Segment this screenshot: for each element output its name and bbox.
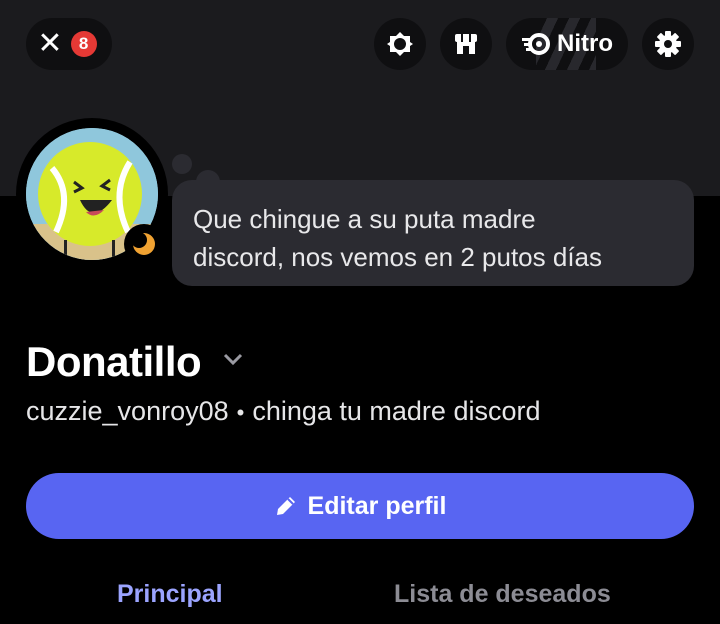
pronouns: chinga tu madre discord bbox=[252, 396, 541, 426]
pencil-icon bbox=[276, 497, 295, 515]
thought-bubble-dot-small bbox=[172, 154, 192, 174]
server-boost-button[interactable] bbox=[374, 18, 426, 70]
username: cuzzie_vonroy08 bbox=[26, 396, 229, 426]
tab-wishlist[interactable]: Lista de deseados bbox=[394, 580, 611, 609]
edit-profile-button[interactable]: Editar perfil bbox=[26, 473, 694, 539]
close-icon: ✕ bbox=[37, 27, 63, 60]
shop-button[interactable] bbox=[440, 18, 492, 70]
nitro-label: Nitro bbox=[557, 30, 613, 57]
status-text-line2: discord, nos vemos en 2 putos días bbox=[193, 242, 603, 272]
edit-profile-label: Editar perfil bbox=[307, 491, 447, 520]
display-name: Donatillo bbox=[26, 338, 202, 385]
moon-icon bbox=[131, 232, 155, 255]
nitro-button[interactable]: Nitro bbox=[506, 18, 628, 70]
close-button[interactable]: ✕ 8 bbox=[26, 18, 112, 70]
username-line: cuzzie_vonroy08 • chinga tu madre discord bbox=[26, 396, 540, 427]
tab-principal[interactable]: Principal bbox=[117, 580, 223, 609]
separator-dot: • bbox=[236, 400, 245, 425]
notification-badge: 8 bbox=[70, 31, 97, 57]
server-boost-icon bbox=[387, 32, 413, 56]
chevron-down-icon[interactable] bbox=[222, 352, 244, 366]
settings-button[interactable] bbox=[642, 18, 694, 70]
gear-icon bbox=[655, 31, 681, 57]
status-text-line1: Que chingue a su puta madre bbox=[193, 204, 536, 234]
custom-status-bubble[interactable]: Que chingue a su puta madre discord, nos… bbox=[172, 180, 694, 286]
nitro-icon bbox=[522, 33, 550, 55]
shop-icon bbox=[455, 34, 477, 54]
idle-status-indicator bbox=[124, 224, 164, 264]
